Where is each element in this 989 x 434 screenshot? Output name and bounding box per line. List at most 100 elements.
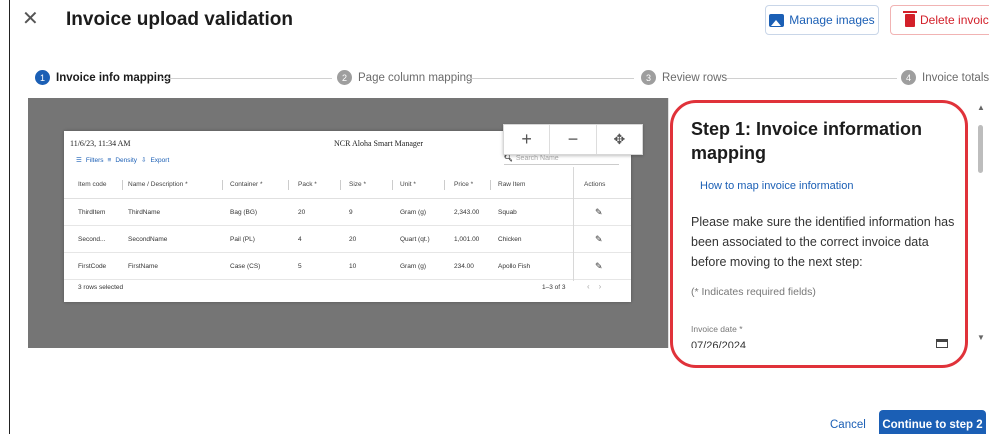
cell-raw-item: Squab	[498, 209, 517, 216]
column-header: Pack *	[298, 181, 317, 188]
invoice-date-field[interactable]: 07/26/2024	[691, 339, 961, 348]
calendar-icon[interactable]	[936, 339, 948, 348]
column-header: Unit *	[400, 181, 416, 188]
scroll-down-icon[interactable]: ▼	[977, 333, 985, 342]
cell-name: ThirdName	[128, 209, 161, 216]
cell-item-code: Second...	[78, 236, 106, 243]
cell-name: SecondName	[128, 236, 168, 243]
report-date: 11/6/23, 11:34 AM	[70, 139, 131, 148]
column-header: Price *	[454, 181, 474, 188]
column-header: Container *	[230, 181, 263, 188]
cell-size: 20	[349, 236, 357, 243]
cell-unit: Quart (qt.)	[400, 236, 430, 243]
cell-price: 2,343.00	[454, 209, 480, 216]
cancel-button[interactable]: Cancel	[830, 419, 866, 431]
close-icon[interactable]: ✕	[22, 9, 39, 29]
zoom-in-button[interactable]: +	[504, 125, 551, 154]
actions-column-divider	[573, 167, 574, 281]
footer-actions: Cancel Continue to step 2	[0, 410, 989, 434]
image-icon	[769, 13, 785, 27]
cell-item-code: ThirdItem	[78, 209, 106, 216]
step-connector	[162, 78, 332, 79]
scroll-up-icon[interactable]: ▲	[977, 103, 985, 112]
column-separator	[222, 180, 223, 190]
cell-price: 1,001.00	[454, 236, 480, 243]
report-table-header: Item code Name / Description * Container…	[64, 171, 631, 199]
search-placeholder: Search Name	[515, 155, 559, 162]
zoom-out-button[interactable]: −	[550, 125, 597, 154]
manage-images-label: Manage images	[789, 13, 875, 27]
cell-name: FirstName	[128, 263, 158, 270]
pagination-text: 1–3 of 3	[542, 284, 566, 291]
cell-price: 234.00	[454, 263, 474, 270]
column-separator	[288, 180, 289, 190]
step-4[interactable]: 4 Invoice totals	[901, 70, 989, 85]
pan-button[interactable]: ✥	[597, 125, 642, 154]
step-description: Please make sure the identified informat…	[691, 215, 955, 269]
step-3[interactable]: 3 Review rows	[641, 70, 727, 85]
step-connector	[466, 78, 634, 79]
step-heading: Step 1: Invoice information mapping	[691, 119, 923, 163]
density-label: Density	[115, 156, 138, 164]
cell-container: Pail (PL)	[230, 236, 255, 243]
cell-unit: Gram (g)	[400, 263, 426, 270]
cell-pack: 20	[298, 209, 306, 216]
manage-images-button[interactable]: Manage images	[765, 5, 879, 35]
column-header: Item code	[78, 181, 107, 188]
filter-icon: ☰	[76, 157, 82, 164]
table-row: FirstCode FirstName Case (CS) 5 10 Gram …	[64, 253, 631, 280]
cell-container: Bag (BG)	[230, 209, 258, 216]
edit-icon: ✎	[595, 261, 603, 271]
stepper: 1 Invoice info mapping 2 Page column map…	[0, 70, 989, 86]
report-footer: 3 rows selected 1–3 of 3 ‹›	[64, 278, 631, 302]
report-search: 🔍︎ Search Name	[504, 154, 619, 165]
table-row: Second... SecondName Pail (PL) 4 20 Quar…	[64, 226, 631, 253]
search-icon: 🔍︎	[504, 155, 513, 162]
table-row: ThirdItem ThirdName Bag (BG) 20 9 Gram (…	[64, 199, 631, 226]
step-label: Review rows	[662, 71, 728, 84]
step-label: Page column mapping	[358, 71, 473, 84]
column-header: Raw Item	[498, 181, 526, 188]
cell-pack: 4	[298, 236, 302, 243]
step-number: 2	[337, 70, 352, 85]
edit-icon: ✎	[595, 234, 603, 244]
step-number: 3	[641, 70, 656, 85]
cell-size: 9	[349, 209, 353, 216]
zoom-controls: + − ✥	[503, 124, 643, 155]
pagination-arrows-icon: ‹›	[587, 282, 611, 291]
how-to-link[interactable]: How to map invoice information	[700, 180, 853, 192]
scroll-thumb[interactable]	[978, 125, 983, 173]
continue-button[interactable]: Continue to step 2	[879, 410, 986, 434]
step-number: 1	[35, 70, 50, 85]
step-label: Invoice info mapping	[56, 71, 172, 84]
edit-icon: ✎	[595, 207, 603, 217]
cell-item-code: FirstCode	[78, 263, 107, 270]
column-separator	[490, 180, 491, 190]
density-icon: ≡	[107, 156, 112, 164]
step-1[interactable]: 1 Invoice info mapping	[35, 70, 171, 85]
cell-container: Case (CS)	[230, 263, 261, 270]
column-separator	[340, 180, 341, 190]
invoice-image: 11/6/23, 11:34 AM NCR Aloha Smart Manage…	[64, 131, 631, 302]
column-header: Actions	[584, 181, 606, 188]
delete-invoice-label: Delete invoice	[920, 13, 989, 27]
report-title: NCR Aloha Smart Manager	[334, 139, 424, 148]
export-icon: ⇩	[141, 157, 147, 164]
step-2[interactable]: 2 Page column mapping	[337, 70, 472, 85]
cell-raw-item: Apollo Fish	[498, 263, 531, 270]
step-connector	[727, 78, 897, 79]
window-border	[9, 0, 10, 434]
delete-invoice-button[interactable]: Delete invoice	[890, 5, 989, 35]
panel-scrollbar[interactable]: ▲ ▼	[974, 100, 987, 346]
instructions-panel: Step 1: Invoice information mapping How …	[668, 98, 989, 348]
rows-selected: 3 rows selected	[78, 284, 124, 291]
cell-size: 10	[349, 263, 357, 270]
cell-pack: 5	[298, 263, 302, 270]
column-separator	[122, 180, 123, 190]
filters-label: Filters	[85, 156, 104, 164]
trash-icon	[903, 10, 917, 27]
invoice-date-label: Invoice date *	[691, 324, 743, 334]
column-separator	[444, 180, 445, 190]
step-number: 4	[901, 70, 916, 85]
column-header: Name / Description *	[128, 181, 188, 188]
